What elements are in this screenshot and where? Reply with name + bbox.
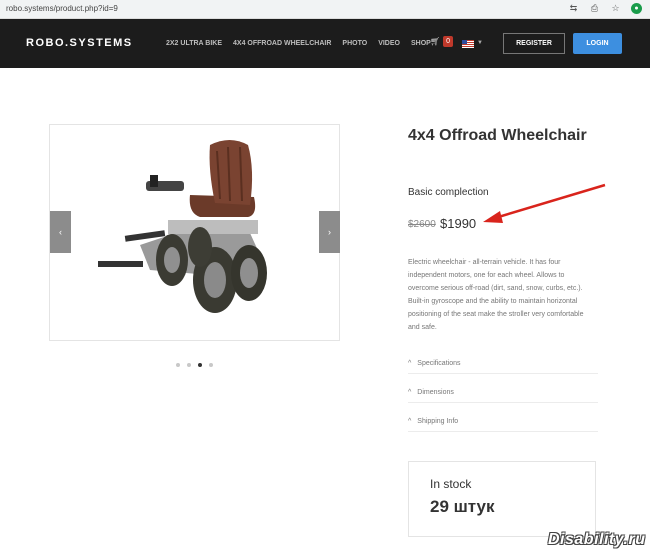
nav-link-offroad-wheelchair[interactable]: 4X4 OFFROAD WHEELCHAIR	[233, 40, 331, 47]
product-image-frame	[49, 124, 340, 341]
product-variant: Basic complection	[408, 187, 489, 198]
watermark-logo: Disability.ru	[548, 531, 646, 548]
register-button[interactable]: REGISTER	[503, 33, 565, 54]
carousel-dot-4[interactable]	[209, 363, 213, 367]
nav-link-photo[interactable]: PHOTO	[342, 40, 367, 47]
wheel-front-left	[156, 234, 188, 286]
product-title: 4x4 Offroad Wheelchair	[408, 127, 587, 144]
us-flag-icon[interactable]	[462, 40, 474, 48]
chevron-left-icon: ‹	[59, 227, 62, 237]
carousel-dot-3[interactable]	[198, 363, 202, 367]
share-icon[interactable]: ⎙	[589, 3, 600, 14]
wheelchair-image	[98, 140, 267, 313]
joystick-controller	[150, 175, 158, 187]
extension-icon[interactable]: ●	[631, 3, 642, 14]
footrest-left	[98, 261, 143, 267]
browser-toolbar: ⇆ ⎙ ☆ ●	[568, 3, 642, 14]
browser-bar: robo.systems/product.php?id=9 ⇆ ⎙ ☆ ●	[0, 0, 650, 19]
carousel-dots	[176, 363, 213, 367]
translate-icon[interactable]: ⇆	[568, 3, 579, 14]
nav-link-video[interactable]: VIDEO	[378, 40, 400, 47]
accordion-dimensions[interactable]: ^ Dimensions	[408, 383, 598, 403]
nav-link-ultra-bike[interactable]: 2X2 ULTRA BIKE	[166, 40, 222, 47]
chevron-up-icon: ^	[408, 418, 412, 425]
address-bar[interactable]: robo.systems/product.php?id=9	[6, 4, 118, 13]
stock-label: In stock	[430, 477, 472, 491]
carousel-dot-1[interactable]	[176, 363, 180, 367]
login-button[interactable]: LOGIN	[573, 33, 622, 54]
site-logo[interactable]: ROBO.SYSTEMS	[26, 37, 133, 49]
accordion-specifications[interactable]: ^ Specifications	[408, 354, 598, 374]
carousel-next-button[interactable]: ›	[319, 211, 340, 253]
old-price: $2600	[408, 219, 436, 230]
nav-link-shop[interactable]: SHOP	[411, 40, 431, 47]
chevron-up-icon: ^	[408, 389, 412, 396]
new-price: $1990	[440, 216, 477, 231]
carousel-prev-button[interactable]: ‹	[50, 211, 71, 253]
carousel-dot-2[interactable]	[187, 363, 191, 367]
chassis-body	[168, 220, 258, 234]
wheel-front-right	[188, 227, 212, 267]
chevron-down-icon[interactable]: ▼	[477, 40, 483, 46]
chevron-right-icon: ›	[328, 227, 331, 237]
cart-icon: 🛒︎	[430, 37, 441, 46]
accordion-shipping-info[interactable]: ^ Shipping Info	[408, 412, 598, 432]
chevron-up-icon: ^	[408, 360, 412, 367]
accordion-label: Dimensions	[417, 389, 454, 396]
seat-back	[209, 140, 253, 205]
stock-count: 29 штук	[430, 497, 495, 516]
accordion-label: Shipping Info	[417, 418, 459, 425]
cart-button[interactable]: 🛒︎ 0	[430, 36, 454, 47]
product-description: Electric wheelchair - all-terrain vehicl…	[408, 259, 584, 331]
wheel-rear-right	[231, 245, 267, 301]
stock-box: In stock 29 штук	[408, 461, 596, 537]
cart-count-badge: 0	[443, 36, 454, 47]
main-menu: 2X2 ULTRA BIKE 4X4 OFFROAD WHEELCHAIR PH…	[166, 40, 442, 47]
star-icon[interactable]: ☆	[610, 3, 621, 14]
accordion-label: Specifications	[417, 360, 461, 367]
